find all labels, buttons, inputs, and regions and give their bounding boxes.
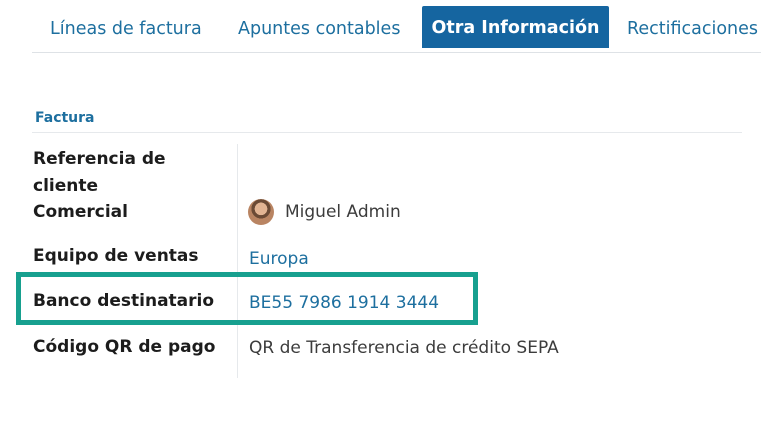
column-divider [237,144,238,378]
qr-code-field[interactable]: QR de Transferencia de crédito SEPA [249,336,559,360]
notebook-tabs: Líneas de factura Apuntes contables Otra… [32,6,761,53]
sales-team-label: Equipo de ventas [33,246,199,266]
salesperson-field[interactable]: Miguel Admin [285,200,401,224]
tab-credit-notes[interactable]: Rectificaciones [627,6,758,48]
tab-other-info[interactable]: Otra Información [422,6,609,48]
sales-team-field[interactable]: Europa [249,247,309,271]
tab-journal-items[interactable]: Apuntes contables [238,6,400,48]
salesperson-label: Comercial [33,202,128,222]
highlight-box [16,272,478,325]
section-title: Factura [35,110,95,126]
user-avatar-icon [248,199,274,225]
tab-invoice-lines[interactable]: Líneas de factura [50,6,202,48]
section-divider [32,132,742,133]
customer-reference-label: Referencia de cliente [33,149,166,196]
qr-code-label: Código QR de pago [33,337,216,357]
